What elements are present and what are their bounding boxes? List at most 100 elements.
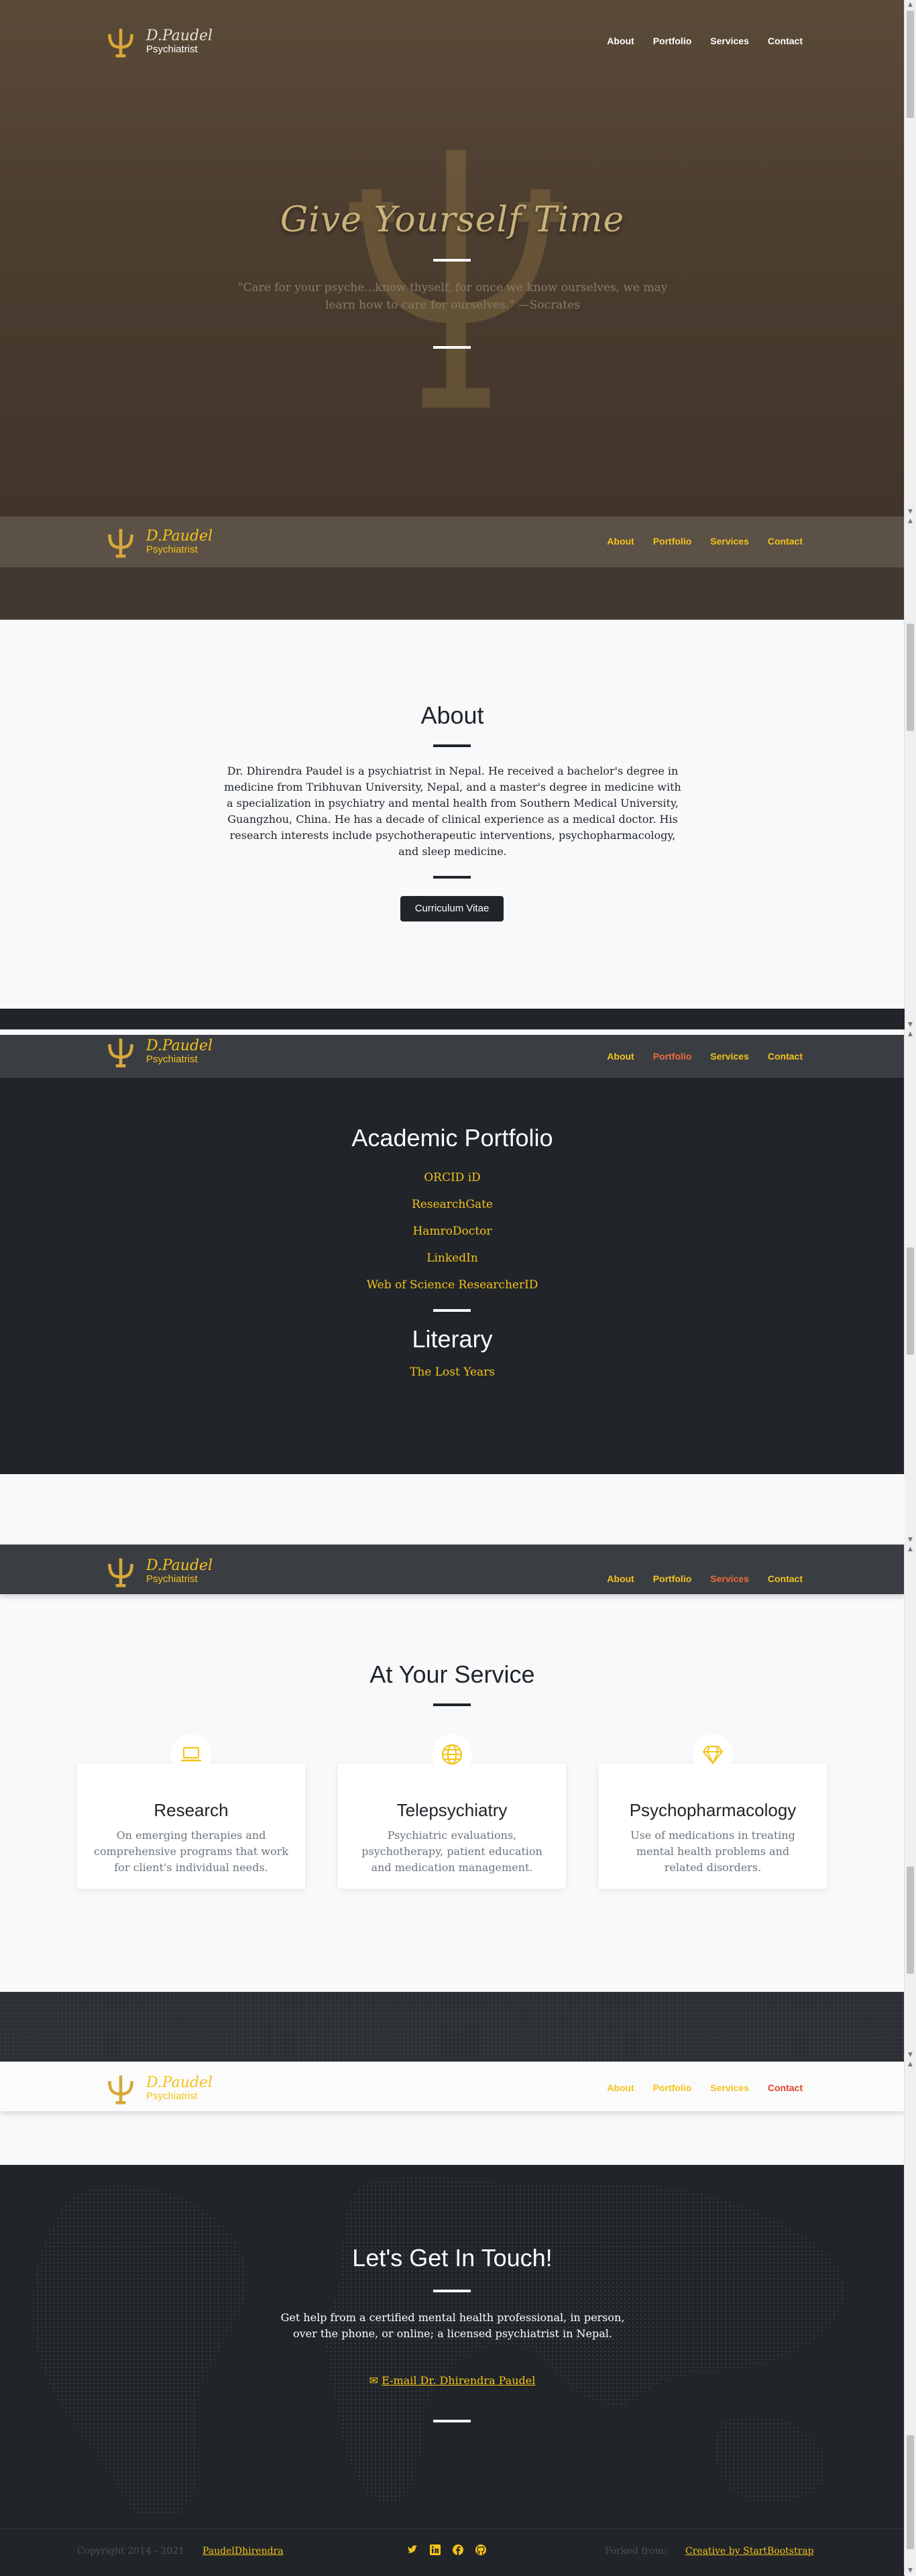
nav-contact[interactable]: Contact [768,2082,803,2093]
nav-services[interactable]: Services [710,36,749,46]
scroll-down-icon[interactable]: ▼ [905,2050,916,2060]
hamrodoctor-link[interactable]: HamroDoctor [0,1218,905,1245]
brand-name: D.Paudel [146,1038,213,1054]
brand-subtitle: Psychiatrist [146,2090,198,2102]
twitter-icon[interactable] [406,2544,418,2556]
psi-watermark-icon [349,150,563,408]
brand[interactable]: D.Paudel Psychiatrist [102,1037,213,1068]
brand[interactable]: D.Paudel Psychiatrist [102,1557,213,1587]
linkedin-icon[interactable] [429,2544,441,2556]
literary-title: Literary [412,1325,493,1353]
nav-portfolio[interactable]: Portfolio [653,1051,692,1062]
nav-portfolio[interactable]: Portfolio [653,36,692,46]
scrollbar-thumb[interactable] [907,1866,914,1974]
scrollbar[interactable]: ▲ ▼ [904,0,916,516]
service-text: On emerging therapies and comprehensive … [94,1829,289,1874]
brand[interactable]: D.Paudel Psychiatrist [102,2074,213,2105]
orcid-link[interactable]: ORCID iD [0,1164,905,1191]
facebook-icon[interactable] [452,2544,464,2556]
brand-name: D.Paudel [146,1557,213,1574]
portfolio-links: ORCID iD ResearchGate HamroDoctor Linked… [0,1164,905,1298]
scrollbar[interactable]: ▲ ▼ [904,1545,916,2060]
gem-icon [693,1734,733,1775]
nav-about[interactable]: About [607,1573,634,1584]
curriculum-vitae-button[interactable]: Curriculum Vitae [400,896,504,921]
brand-subtitle: Psychiatrist [146,544,198,555]
logo-icon [108,1038,133,1068]
forked-label: Forked from: [605,2546,667,2557]
scroll-down-icon[interactable]: ▼ [905,2566,916,2575]
brand[interactable]: D.Paudel Psychiatrist [102,527,213,558]
brand-subtitle: Psychiatrist [146,44,198,55]
the-lost-years-link[interactable]: The Lost Years [0,1365,905,1379]
nav-services[interactable]: Services [710,1573,749,1584]
nav-contact[interactable]: Contact [768,1573,803,1584]
navbar-top: D.Paudel Psychiatrist About Portfolio Se… [0,17,905,64]
nav-about[interactable]: About [607,1051,634,1062]
nav-contact[interactable]: Contact [768,536,803,547]
brand[interactable]: D.Paudel Psychiatrist [102,27,213,58]
nav-about[interactable]: About [607,536,634,547]
hero-bottom-strip [0,567,905,620]
scroll-up-icon[interactable]: ▲ [905,1029,916,1039]
startbootstrap-link[interactable]: Creative by StartBootstrap [685,2546,814,2557]
about-text: Dr. Dhirendra Paudel is a psychiatrist i… [224,765,681,858]
scroll-up-icon[interactable]: ▲ [905,2060,916,2069]
github-icon[interactable] [475,2544,487,2556]
portfolio-title: Academic Portfolio [351,1124,553,1152]
scroll-up-icon[interactable]: ▲ [905,0,916,9]
contact-divider-bottom [433,2420,471,2422]
email-link[interactable]: E-mail Dr. Dhirendra Paudel [382,2374,535,2387]
contact-text: Get help from a certified mental health … [280,2311,625,2340]
scrollbar[interactable]: ▲ ▼ [904,2060,916,2575]
service-title: Psychopharmacology [629,1800,797,1820]
nav-contact[interactable]: Contact [768,1051,803,1062]
navbar-scrolled-4: D.Paudel Psychiatrist About Portfolio Se… [0,2064,905,2111]
web-of-science-link[interactable]: Web of Science ResearcherID [0,1272,905,1298]
about-title: About [420,702,484,729]
scroll-up-icon[interactable]: ▲ [905,1545,916,1554]
scrollbar-thumb[interactable] [907,2435,914,2549]
service-card-research: Research On emerging therapies and compr… [77,1734,305,1889]
scroll-down-icon[interactable]: ▼ [905,507,916,516]
nav-contact[interactable]: Contact [768,36,803,46]
scrollbar-thumb[interactable] [907,624,914,731]
nav-about[interactable]: About [607,36,634,46]
about-divider [433,744,471,747]
nav-services[interactable]: Services [710,536,749,547]
nav-services[interactable]: Services [710,2082,749,2093]
hero-title: Give Yourself Time [280,200,625,240]
nav-services[interactable]: Services [710,1051,749,1062]
scrollbar-thumb[interactable] [907,11,914,118]
nav-portfolio[interactable]: Portfolio [653,2082,692,2093]
services-divider [433,1703,471,1706]
scroll-down-icon[interactable]: ▼ [905,1535,916,1545]
laptop-icon [171,1734,211,1775]
scrollbar[interactable]: ▲ ▼ [904,516,916,1029]
service-card-psychopharmacology: Psychopharmacology Use of medications in… [599,1734,827,1889]
contact-title: Let's Get In Touch! [352,2244,553,2272]
researchgate-link[interactable]: ResearchGate [0,1191,905,1218]
social-icons [406,2544,487,2556]
contact-section [0,2165,905,2528]
globe-icon [432,1734,472,1775]
nav-portfolio[interactable]: Portfolio [653,1573,692,1584]
hero-divider-bottom [433,346,471,349]
envelope-icon: ✉ [369,2374,379,2387]
scroll-up-icon[interactable]: ▲ [905,516,916,526]
linkedin-link[interactable]: LinkedIn [0,1245,905,1272]
scrollbar[interactable]: ▲ ▼ [904,1029,916,1545]
service-text: Psychiatric evaluations, psychotherapy, … [361,1829,542,1874]
nav-about[interactable]: About [607,2082,634,2093]
scrollbar-thumb[interactable] [907,1247,914,1355]
service-text: Use of medications in treating mental he… [630,1829,795,1874]
map-strip [0,1992,905,2062]
navbar-scrolled-2: D.Paudel Psychiatrist About Portfolio Se… [0,1033,905,1080]
scroll-down-icon[interactable]: ▼ [905,1020,916,1029]
service-card-telepsychiatry: Telepsychiatry Psychiatric evaluations, … [338,1734,566,1889]
nav-portfolio[interactable]: Portfolio [653,536,692,547]
footer-owner-link[interactable]: PaudelDhirendra [203,2546,284,2557]
email-link-row: ✉ E-mail Dr. Dhirendra Paudel [0,2374,905,2387]
brand-subtitle: Psychiatrist [146,1573,198,1585]
logo-icon [108,528,133,558]
